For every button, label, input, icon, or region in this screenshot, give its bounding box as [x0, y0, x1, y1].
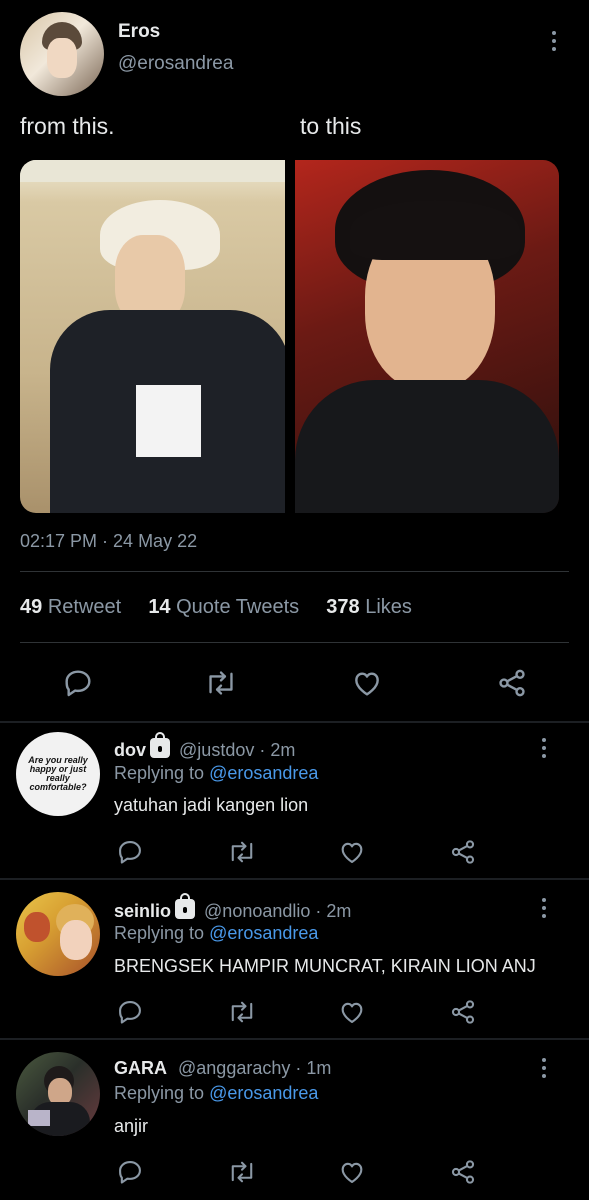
reply-author-name[interactable]: dov: [114, 740, 146, 760]
quotes-label: Quote Tweets: [176, 596, 300, 618]
likes-stat[interactable]: 378 Likes: [326, 596, 412, 618]
retweets-stat[interactable]: 49 Retweet: [20, 596, 121, 618]
retweet-icon[interactable]: [204, 667, 238, 699]
tweet-stats: 49 Retweet 14 Quote Tweets 378 Likes: [20, 596, 412, 619]
likes-count: 378: [326, 596, 360, 618]
reply-handle-time[interactable]: @justdov · 2m: [179, 740, 295, 760]
reply-avatar[interactable]: Are you really happy or just really comf…: [16, 732, 100, 816]
reply-handle-time[interactable]: @nonoandlio · 2m: [204, 901, 351, 921]
reply-icon[interactable]: [116, 998, 144, 1026]
divider: [20, 571, 569, 572]
avatar-caption: Are you really happy or just really comf…: [28, 755, 88, 792]
lock-icon: [175, 893, 196, 919]
heart-icon[interactable]: [338, 1158, 366, 1186]
media-image-before[interactable]: [20, 160, 285, 513]
tweet-timestamp[interactable]: 02:17 PM · 24 May 22: [20, 531, 197, 552]
author-avatar[interactable]: [20, 12, 104, 96]
replying-to-link[interactable]: @erosandrea: [209, 1083, 318, 1103]
heart-icon[interactable]: [338, 838, 366, 866]
reply-author-name[interactable]: seinlio: [114, 901, 171, 921]
quotes-stat[interactable]: 14 Quote Tweets: [148, 596, 299, 618]
reply-icon[interactable]: [62, 667, 94, 699]
replying-to: Replying to @erosandrea: [114, 763, 318, 784]
retweet-icon[interactable]: [227, 838, 257, 866]
more-icon[interactable]: [538, 898, 550, 918]
reply-avatar[interactable]: [16, 1052, 100, 1136]
more-icon[interactable]: [548, 31, 560, 51]
replying-to: Replying to @erosandrea: [114, 923, 318, 944]
author-name[interactable]: Eros: [118, 21, 160, 43]
tweet-text-to: to this: [300, 113, 362, 139]
reply-author-name[interactable]: GARA: [114, 1058, 167, 1078]
reply-text: anjir: [114, 1116, 149, 1136]
reply-icon[interactable]: [116, 1158, 144, 1186]
reply-header: GARA @anggarachy · 1m: [114, 1058, 331, 1079]
reply-text: BRENGSEK HAMPIR MUNCRAT, KIRAIN LION ANJ: [114, 956, 536, 976]
share-icon[interactable]: [449, 838, 477, 866]
author-handle[interactable]: @erosandrea: [118, 53, 233, 75]
likes-label: Likes: [365, 596, 412, 618]
divider: [0, 1038, 589, 1040]
replying-to: Replying to @erosandrea: [114, 1083, 318, 1104]
divider: [20, 642, 569, 643]
reply-icon[interactable]: [116, 838, 144, 866]
share-icon[interactable]: [449, 998, 477, 1026]
retweet-icon[interactable]: [227, 998, 257, 1026]
quotes-count: 14: [148, 596, 171, 618]
share-icon[interactable]: [496, 667, 528, 699]
retweet-icon[interactable]: [227, 1158, 257, 1186]
more-icon[interactable]: [538, 738, 550, 758]
replying-to-link[interactable]: @erosandrea: [209, 923, 318, 943]
tweet-text-from: from this.: [20, 113, 115, 139]
media-image-after[interactable]: [295, 160, 559, 513]
replying-to-link[interactable]: @erosandrea: [209, 763, 318, 783]
reply-header: dov @justdov · 2m: [114, 732, 295, 761]
reply-handle-time[interactable]: @anggarachy · 1m: [178, 1058, 331, 1078]
retweets-label: Retweet: [47, 596, 122, 618]
share-icon[interactable]: [449, 1158, 477, 1186]
heart-icon[interactable]: [338, 998, 366, 1026]
heart-icon[interactable]: [351, 667, 383, 699]
lock-icon: [150, 732, 171, 758]
reply-header: seinlio @nonoandlio · 2m: [114, 893, 351, 922]
replying-prefix: Replying to: [114, 763, 205, 783]
divider: [0, 721, 589, 723]
replying-prefix: Replying to: [114, 923, 205, 943]
divider: [0, 878, 589, 880]
reply-text: yatuhan jadi kangen lion: [114, 795, 309, 815]
reply-avatar[interactable]: [16, 892, 100, 976]
replying-prefix: Replying to: [114, 1083, 205, 1103]
retweets-count: 49: [20, 596, 43, 618]
more-icon[interactable]: [538, 1058, 550, 1078]
